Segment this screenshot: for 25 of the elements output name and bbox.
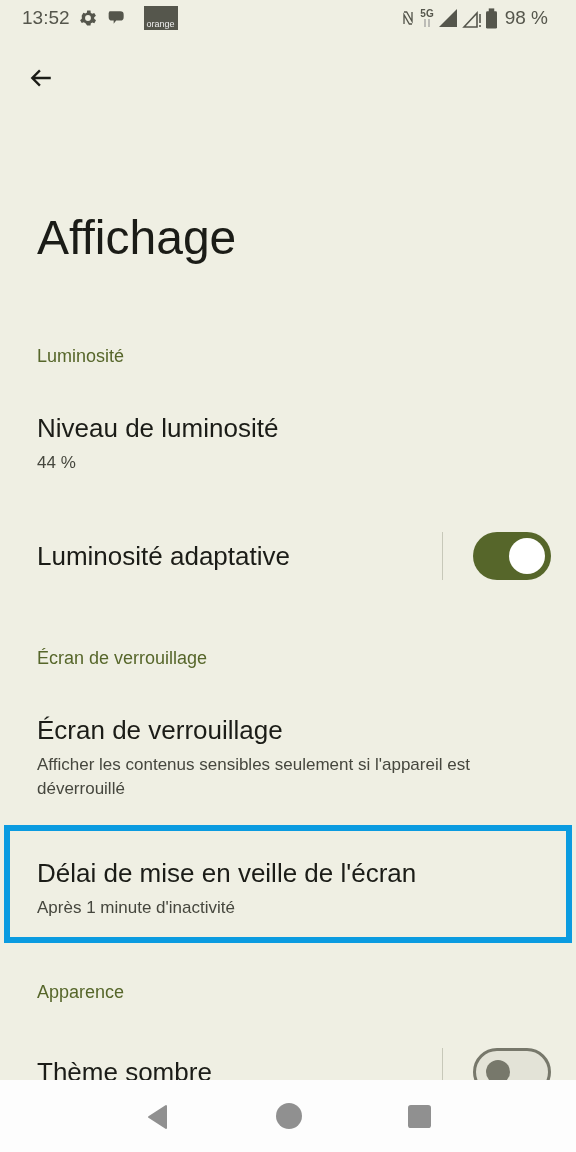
data-arrows-icon [422, 19, 432, 27]
clock-time: 13:52 [22, 5, 70, 30]
signal-icon [437, 8, 458, 28]
item-title[interactable]: Luminosité adaptative [37, 540, 442, 572]
logo-icon: orange [143, 6, 178, 30]
page-title: Affichage [37, 210, 238, 266]
gear-icon [77, 8, 98, 28]
item-subtitle: 44 % [37, 452, 77, 474]
item-subtitle: Afficher les contenus sensibles seulement si l'appareil est déverrouillé [37, 754, 471, 800]
battery-icon [485, 7, 497, 29]
settings-item[interactable]: Délai de mise en veille de l'écran Après 1 minute d'inactivité [4, 825, 572, 943]
home-icon [275, 1103, 302, 1129]
network-type: 5G [420, 9, 434, 19]
item-subtitle: Après 1 minute d'inactivité [37, 897, 236, 919]
overview-icon [407, 1104, 431, 1128]
signal-alert-icon [461, 8, 482, 28]
section-header: Apparence [37, 981, 126, 1004]
back-icon [145, 1103, 170, 1129]
item-title[interactable]: Niveau de luminosité [37, 412, 551, 444]
item-title[interactable]: Écran de verrouillage [37, 714, 551, 746]
section-header: Luminosité [37, 345, 126, 368]
section-header: Écran de verrouillage [37, 647, 209, 670]
battery-level: 98 % [504, 5, 548, 30]
toggle-switch[interactable] [473, 532, 551, 580]
item-title: Délai de mise en veille de l'écran [37, 857, 418, 889]
